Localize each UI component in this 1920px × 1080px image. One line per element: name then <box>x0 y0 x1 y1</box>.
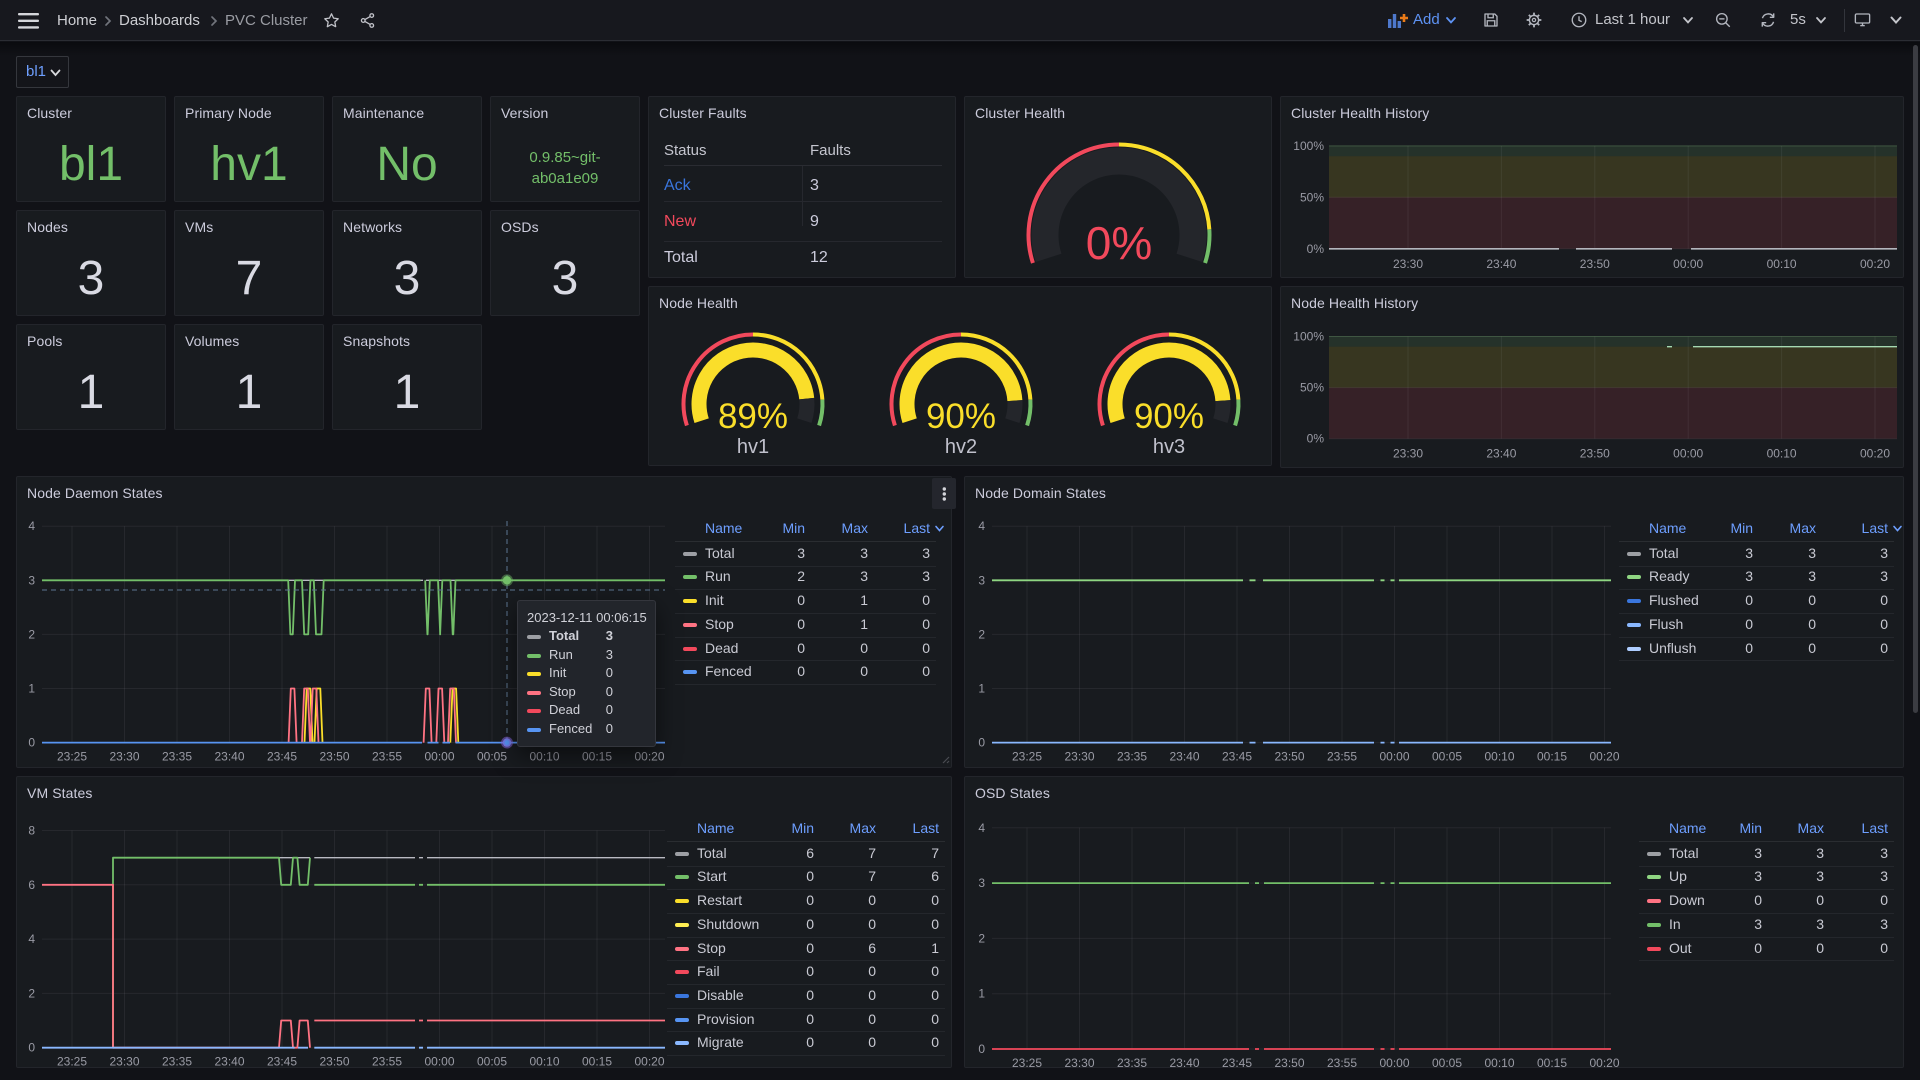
svg-text:8: 8 <box>28 824 35 838</box>
svg-text:00:15: 00:15 <box>1537 750 1567 764</box>
svg-text:0%: 0% <box>1307 432 1325 446</box>
svg-text:90%: 90% <box>1134 397 1204 436</box>
svg-text:00:05: 00:05 <box>1432 750 1462 764</box>
svg-text:00:10: 00:10 <box>1767 447 1797 461</box>
svg-text:23:30: 23:30 <box>1393 257 1423 271</box>
svg-text:2: 2 <box>28 986 35 1000</box>
svg-text:23:45: 23:45 <box>267 1055 297 1067</box>
svg-text:23:50: 23:50 <box>319 750 349 764</box>
svg-text:23:40: 23:40 <box>214 750 244 764</box>
svg-text:00:10: 00:10 <box>1484 750 1514 764</box>
svg-text:23:40: 23:40 <box>1486 257 1516 271</box>
svg-text:3: 3 <box>978 876 985 890</box>
svg-text:23:40: 23:40 <box>1486 447 1516 461</box>
svg-text:00:15: 00:15 <box>1537 1056 1567 1067</box>
svg-text:23:30: 23:30 <box>1393 447 1423 461</box>
svg-text:00:05: 00:05 <box>1432 1056 1462 1067</box>
svg-text:00:20: 00:20 <box>1589 1056 1619 1067</box>
svg-text:100%: 100% <box>1293 139 1324 153</box>
svg-text:00:00: 00:00 <box>424 750 454 764</box>
svg-text:0%: 0% <box>1086 217 1152 269</box>
svg-text:0%: 0% <box>1307 242 1325 256</box>
svg-text:23:25: 23:25 <box>1012 750 1042 764</box>
svg-text:23:45: 23:45 <box>1222 1056 1252 1067</box>
svg-text:00:10: 00:10 <box>529 1055 559 1067</box>
svg-text:23:30: 23:30 <box>1064 1056 1094 1067</box>
svg-text:1: 1 <box>28 682 35 696</box>
svg-text:23:50: 23:50 <box>1580 447 1610 461</box>
svg-text:4: 4 <box>28 519 35 533</box>
svg-text:23:45: 23:45 <box>1222 750 1252 764</box>
svg-text:2: 2 <box>978 627 985 641</box>
svg-text:00:20: 00:20 <box>1860 447 1890 461</box>
svg-text:23:50: 23:50 <box>319 1055 349 1067</box>
svg-text:00:20: 00:20 <box>1860 257 1890 271</box>
svg-text:00:10: 00:10 <box>1484 1056 1514 1067</box>
svg-text:00:10: 00:10 <box>529 750 559 764</box>
svg-text:0: 0 <box>28 1041 35 1055</box>
svg-text:3: 3 <box>28 573 35 587</box>
svg-text:23:35: 23:35 <box>1117 750 1147 764</box>
svg-text:00:00: 00:00 <box>1673 257 1703 271</box>
svg-text:00:15: 00:15 <box>582 750 612 764</box>
svg-text:2: 2 <box>978 931 985 945</box>
svg-text:23:35: 23:35 <box>1117 1056 1147 1067</box>
svg-text:00:05: 00:05 <box>477 750 507 764</box>
svg-text:1: 1 <box>978 987 985 1001</box>
svg-text:23:30: 23:30 <box>1064 750 1094 764</box>
svg-text:23:55: 23:55 <box>372 750 402 764</box>
svg-text:4: 4 <box>978 821 985 835</box>
svg-text:00:20: 00:20 <box>634 1055 664 1067</box>
svg-text:00:00: 00:00 <box>1379 1056 1409 1067</box>
svg-text:100%: 100% <box>1293 330 1324 344</box>
svg-text:23:40: 23:40 <box>214 1055 244 1067</box>
svg-text:2: 2 <box>28 627 35 641</box>
svg-text:3: 3 <box>978 573 985 587</box>
svg-text:hv1: hv1 <box>737 436 769 458</box>
svg-text:23:50: 23:50 <box>1274 750 1304 764</box>
svg-text:23:25: 23:25 <box>57 750 87 764</box>
svg-text:23:50: 23:50 <box>1274 1056 1304 1067</box>
svg-text:00:20: 00:20 <box>634 750 664 764</box>
svg-text:00:00: 00:00 <box>424 1055 454 1067</box>
svg-text:89%: 89% <box>718 397 788 436</box>
svg-text:23:55: 23:55 <box>1327 1056 1357 1067</box>
svg-text:50%: 50% <box>1300 381 1324 395</box>
svg-text:00:05: 00:05 <box>477 1055 507 1067</box>
svg-text:4: 4 <box>28 932 35 946</box>
svg-text:00:00: 00:00 <box>1673 447 1703 461</box>
svg-text:23:55: 23:55 <box>1327 750 1357 764</box>
svg-text:0: 0 <box>28 736 35 750</box>
svg-text:0: 0 <box>978 736 985 750</box>
svg-text:23:30: 23:30 <box>109 750 139 764</box>
svg-text:00:20: 00:20 <box>1589 750 1619 764</box>
svg-text:90%: 90% <box>926 397 996 436</box>
svg-text:23:25: 23:25 <box>57 1055 87 1067</box>
svg-text:hv3: hv3 <box>1153 436 1185 458</box>
svg-text:hv2: hv2 <box>945 436 977 458</box>
svg-text:00:15: 00:15 <box>582 1055 612 1067</box>
svg-text:23:50: 23:50 <box>1580 257 1610 271</box>
svg-text:23:55: 23:55 <box>372 1055 402 1067</box>
svg-text:50%: 50% <box>1300 190 1324 204</box>
svg-text:6: 6 <box>28 878 35 892</box>
svg-text:0: 0 <box>978 1042 985 1056</box>
svg-text:23:25: 23:25 <box>1012 1056 1042 1067</box>
svg-text:1: 1 <box>978 682 985 696</box>
svg-text:00:10: 00:10 <box>1767 257 1797 271</box>
svg-text:00:00: 00:00 <box>1379 750 1409 764</box>
svg-text:23:40: 23:40 <box>1169 750 1199 764</box>
svg-text:23:40: 23:40 <box>1169 1056 1199 1067</box>
svg-text:23:35: 23:35 <box>162 1055 192 1067</box>
svg-text:23:30: 23:30 <box>109 1055 139 1067</box>
svg-text:23:35: 23:35 <box>162 750 192 764</box>
svg-text:23:45: 23:45 <box>267 750 297 764</box>
svg-text:4: 4 <box>978 519 985 533</box>
